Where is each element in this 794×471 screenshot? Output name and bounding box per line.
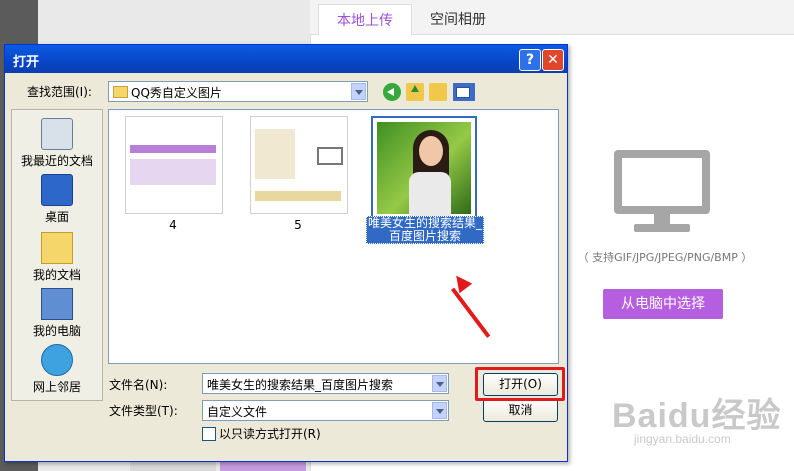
look-in-label: 查找范围(I): (27, 85, 92, 99)
photo-body (409, 172, 451, 218)
chevron-down-icon[interactable] (432, 375, 447, 392)
choose-from-computer-button[interactable]: 从电脑中选择 (603, 289, 723, 319)
monitor-icon (614, 150, 710, 214)
watermark: Baidu经验 (612, 397, 782, 435)
cancel-button[interactable]: 取消 (483, 399, 558, 422)
file-thumbnail[interactable] (125, 116, 223, 214)
watermark-url: jingyan.baidu.com (634, 432, 731, 446)
thumb-graphic (255, 191, 341, 201)
supported-formats-text: （ 支持GIF/JPG/JPEG/PNG/BMP ） (577, 251, 753, 264)
place-label: 我的电脑 (32, 324, 81, 338)
place-recent-documents[interactable]: 我最近的文档 (12, 118, 102, 169)
file-name[interactable]: 5 (243, 218, 353, 232)
filetype-label: 文件类型(T): (109, 404, 178, 418)
readonly-label[interactable]: 以只读方式打开(R) (219, 425, 321, 442)
tab-space-album[interactable]: 空间相册 (412, 4, 504, 34)
filetype-value: 自定义文件 (207, 405, 268, 419)
recent-documents-icon (41, 118, 73, 150)
up-folder-icon[interactable] (406, 83, 424, 101)
place-label: 我最近的文档 (20, 154, 93, 168)
photo (377, 122, 471, 218)
desktop-icon (41, 174, 73, 206)
dialog-title: 打开 (13, 55, 40, 70)
place-network[interactable]: 网上邻居 (12, 344, 102, 395)
network-places-icon (41, 344, 73, 376)
place-my-computer[interactable]: 我的电脑 (12, 288, 102, 339)
places-bar: 我最近的文档 桌面 我的文档 我的电脑 网上邻居 (11, 109, 103, 401)
help-button[interactable]: ? (519, 49, 541, 71)
my-documents-icon (41, 232, 73, 264)
red-arrow-annotation (451, 287, 491, 338)
place-label: 桌面 (44, 210, 69, 224)
folder-icon (113, 86, 128, 98)
photo-head (419, 136, 443, 166)
place-label: 网上邻居 (32, 380, 81, 394)
file-thumbnail[interactable] (250, 116, 348, 214)
thumb-graphic (317, 147, 343, 165)
thumb-graphic (130, 159, 216, 185)
monitor-neck (654, 214, 670, 224)
filename-label: 文件名(N): (109, 378, 168, 392)
tab-local-upload[interactable]: 本地上传 (318, 4, 412, 35)
selected-file-name[interactable]: 唯美女生的搜索结果_百度图片搜索 (366, 216, 484, 244)
look-in-dropdown[interactable]: QQ秀自定义图片 (108, 81, 368, 102)
place-my-documents[interactable]: 我的文档 (12, 232, 102, 283)
thumb-graphic (255, 129, 295, 179)
filename-value: 唯美女生的搜索结果_百度图片搜索 (207, 378, 394, 392)
chevron-down-icon[interactable] (351, 83, 366, 100)
file-list: 4 5 唯美女生的搜索结果_百度图片搜索 (108, 109, 559, 364)
readonly-checkbox[interactable] (202, 427, 216, 441)
monitor-base (634, 224, 690, 232)
back-icon[interactable] (383, 83, 401, 101)
place-desktop[interactable]: 桌面 (12, 174, 102, 225)
new-folder-icon[interactable] (429, 83, 447, 101)
open-file-dialog: 打开 ? ✕ 查找范围(I): QQ秀自定义图片 我最近的文档 桌面 我的文档 … (4, 44, 568, 462)
chevron-down-icon[interactable] (432, 402, 447, 419)
upload-tabbar: 本地上传 空间相册 (310, 0, 794, 35)
views-menu-icon[interactable] (453, 83, 475, 101)
close-button[interactable]: ✕ (542, 49, 564, 71)
dialog-titlebar[interactable]: 打开 ? ✕ (5, 45, 567, 73)
thumb-graphic (130, 145, 216, 153)
red-highlight-annotation (475, 367, 565, 401)
selected-file-thumbnail[interactable] (371, 116, 477, 220)
my-computer-icon (41, 288, 73, 320)
place-label: 我的文档 (32, 268, 81, 282)
file-name[interactable]: 4 (118, 218, 228, 232)
look-in-value: QQ秀自定义图片 (131, 86, 222, 100)
filename-field[interactable]: 唯美女生的搜索结果_百度图片搜索 (202, 373, 449, 394)
filetype-dropdown[interactable]: 自定义文件 (202, 400, 449, 421)
